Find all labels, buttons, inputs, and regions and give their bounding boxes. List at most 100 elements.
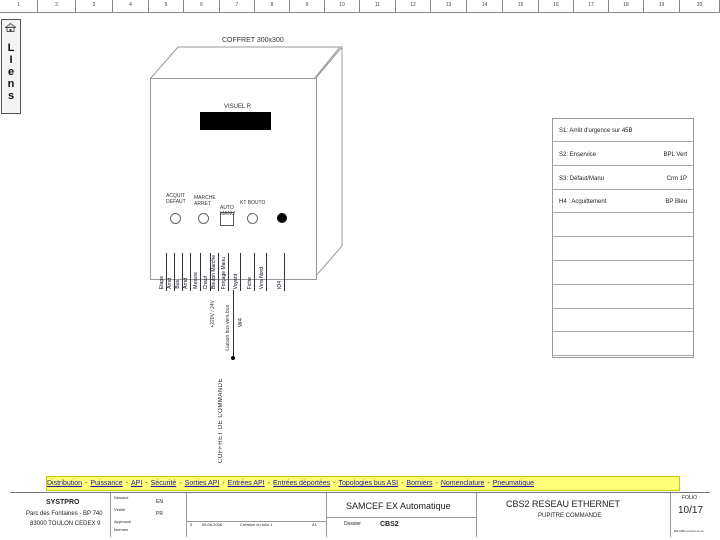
legend-row: S1: Arrêt d'urgence sur 45B [553,119,693,142]
ruler-cell: 5 [149,0,184,12]
nav-link[interactable]: Entrées déportées [273,480,330,487]
link-separator: - [179,480,182,487]
field-checked-value: PR [156,511,163,517]
wire-label: IO4 [277,280,283,289]
cable-voltage-label: +220V / 24V [210,300,216,328]
liens-letter[interactable]: L [2,42,20,54]
folio-subtitle: PUPITRE COMMANDE [538,513,602,519]
wire-label: Bus [175,280,181,289]
cable-tag: W4 [238,318,244,327]
auto-manu-selector[interactable] [220,212,234,226]
nav-link[interactable]: API [131,480,142,487]
dossier-label: Dossier [344,521,361,527]
command-box-label: COFFRET DE COMMANDE [218,378,224,464]
wire-label: Voyant [233,273,239,289]
ruler-cell: 2 [38,0,76,12]
knob-label-marche: MARCHE ARRET [194,195,216,207]
field-checked-label: Vérifié [114,507,126,512]
ruler-cell: 16 [539,0,574,12]
liens-tab[interactable]: LIens [1,19,21,114]
ruler-cell: 11 [360,0,396,12]
knob-label-acquit: ACQUIT DEFAUT [166,193,186,205]
nav-link[interactable]: Sécurité [151,480,177,487]
ruler-cell: 7 [220,0,255,12]
ruler-cell: 10 [325,0,360,12]
wire-line [190,253,191,291]
wire-label: Chauf [203,275,209,289]
display-viewer [200,112,271,130]
link-separator: - [145,480,148,487]
ruler-cell: 17 [574,0,609,12]
cabinet-side-face [314,46,343,278]
ruler-cell: 8 [255,0,290,12]
link-separator: - [222,480,225,487]
field-drawn-value: EN [156,499,163,505]
ruler-cell: 18 [609,0,644,12]
wire-line [284,253,285,291]
liens-letter[interactable]: s [2,90,20,102]
company-name: SYSTPRO [46,499,80,506]
nav-link[interactable]: Borniers [406,480,432,487]
nav-link[interactable]: Entrées API [228,480,265,487]
nav-link[interactable]: Nomenclature [441,480,485,487]
link-separator: - [401,480,404,487]
link-separator: - [267,480,270,487]
home-icon[interactable] [5,23,16,32]
black-push-button[interactable] [277,213,287,223]
marche-arret-knob[interactable] [198,213,209,224]
title-block: SYSTPRO Parc des Fontaines - BP 740 8300… [10,492,710,537]
wire-label: Bouton Marche [211,255,217,289]
ruler-cell: 13 [431,0,467,12]
cable-bus-label: Liaison bus vers bus [225,305,231,351]
footer-code: ED-0001-xxxxxx-xx-xx [674,529,704,533]
cable-line [233,290,234,358]
nav-link[interactable]: Pneumatique [493,480,534,487]
legend-item-label: S2: Enservice [559,151,597,158]
page-number-label: FOLIO [682,495,698,501]
wire-line [240,253,241,291]
nav-link[interactable]: Puissance [90,480,122,487]
project-name: SAMCEF EX Automatique [346,501,451,511]
wire-bundle: Etape Arret Bus Arret Mesure Chauf Bouton Marc… [158,253,308,291]
liens-letter[interactable]: n [2,78,20,90]
wire-line [218,253,219,291]
ruler-cell: 3 [76,0,113,12]
wire-label: Arret [167,278,173,289]
nav-link[interactable]: Topologies bus ASI [339,480,399,487]
link-separator: - [125,480,128,487]
legend-item-label: S1: Arrêt d'urgence sur 45B [559,128,633,134]
revision-description: Création du folio 1 [240,522,273,527]
company-address-1: Parc des Fontaines - BP 740 [26,511,103,517]
wire-line [254,253,255,291]
ruler-cell: 19 [644,0,680,12]
revision-ref: A1 [312,522,317,527]
ruler-cell: 4 [113,0,149,12]
liens-label[interactable]: LIens [2,42,20,102]
wire-label: Etape [159,275,165,289]
legend-item-label: S3: Défaut/Manu [559,175,605,182]
ruler-cell: 14 [467,0,503,12]
liens-letter[interactable]: e [2,66,20,78]
field-norms-label: Normes [114,527,129,532]
knob-label-kt: KT BOUTO [240,200,266,206]
legend-row [553,262,693,285]
nav-link[interactable]: Distribution [47,480,82,487]
ruler-cell: 1 [0,0,38,12]
dossier-value: CBS2 [380,521,399,528]
page-links-bar: Distribution - Puissance - API - Sécurité - Sort… [46,476,680,491]
legend-row: H4 : Acquittement BP Bleu [553,190,693,214]
legend-row [553,286,693,309]
ruler-cell: 15 [503,0,539,12]
legend-row: S3: Défaut/Manu Crm 1P [553,167,693,190]
ruler-divider [0,12,720,13]
wire-line [266,253,267,291]
legend-row: S2: Enservice BPL Vert [553,143,693,166]
kt-button[interactable] [247,213,258,224]
liens-letter[interactable]: I [2,54,20,66]
acquit-knob[interactable] [170,213,181,224]
ruler-cell: 20 [680,0,720,12]
cable-endpoint [231,356,235,360]
revision-index: 0 [190,522,193,527]
link-separator: - [487,480,490,487]
nav-link[interactable]: Sorties API [185,480,220,487]
